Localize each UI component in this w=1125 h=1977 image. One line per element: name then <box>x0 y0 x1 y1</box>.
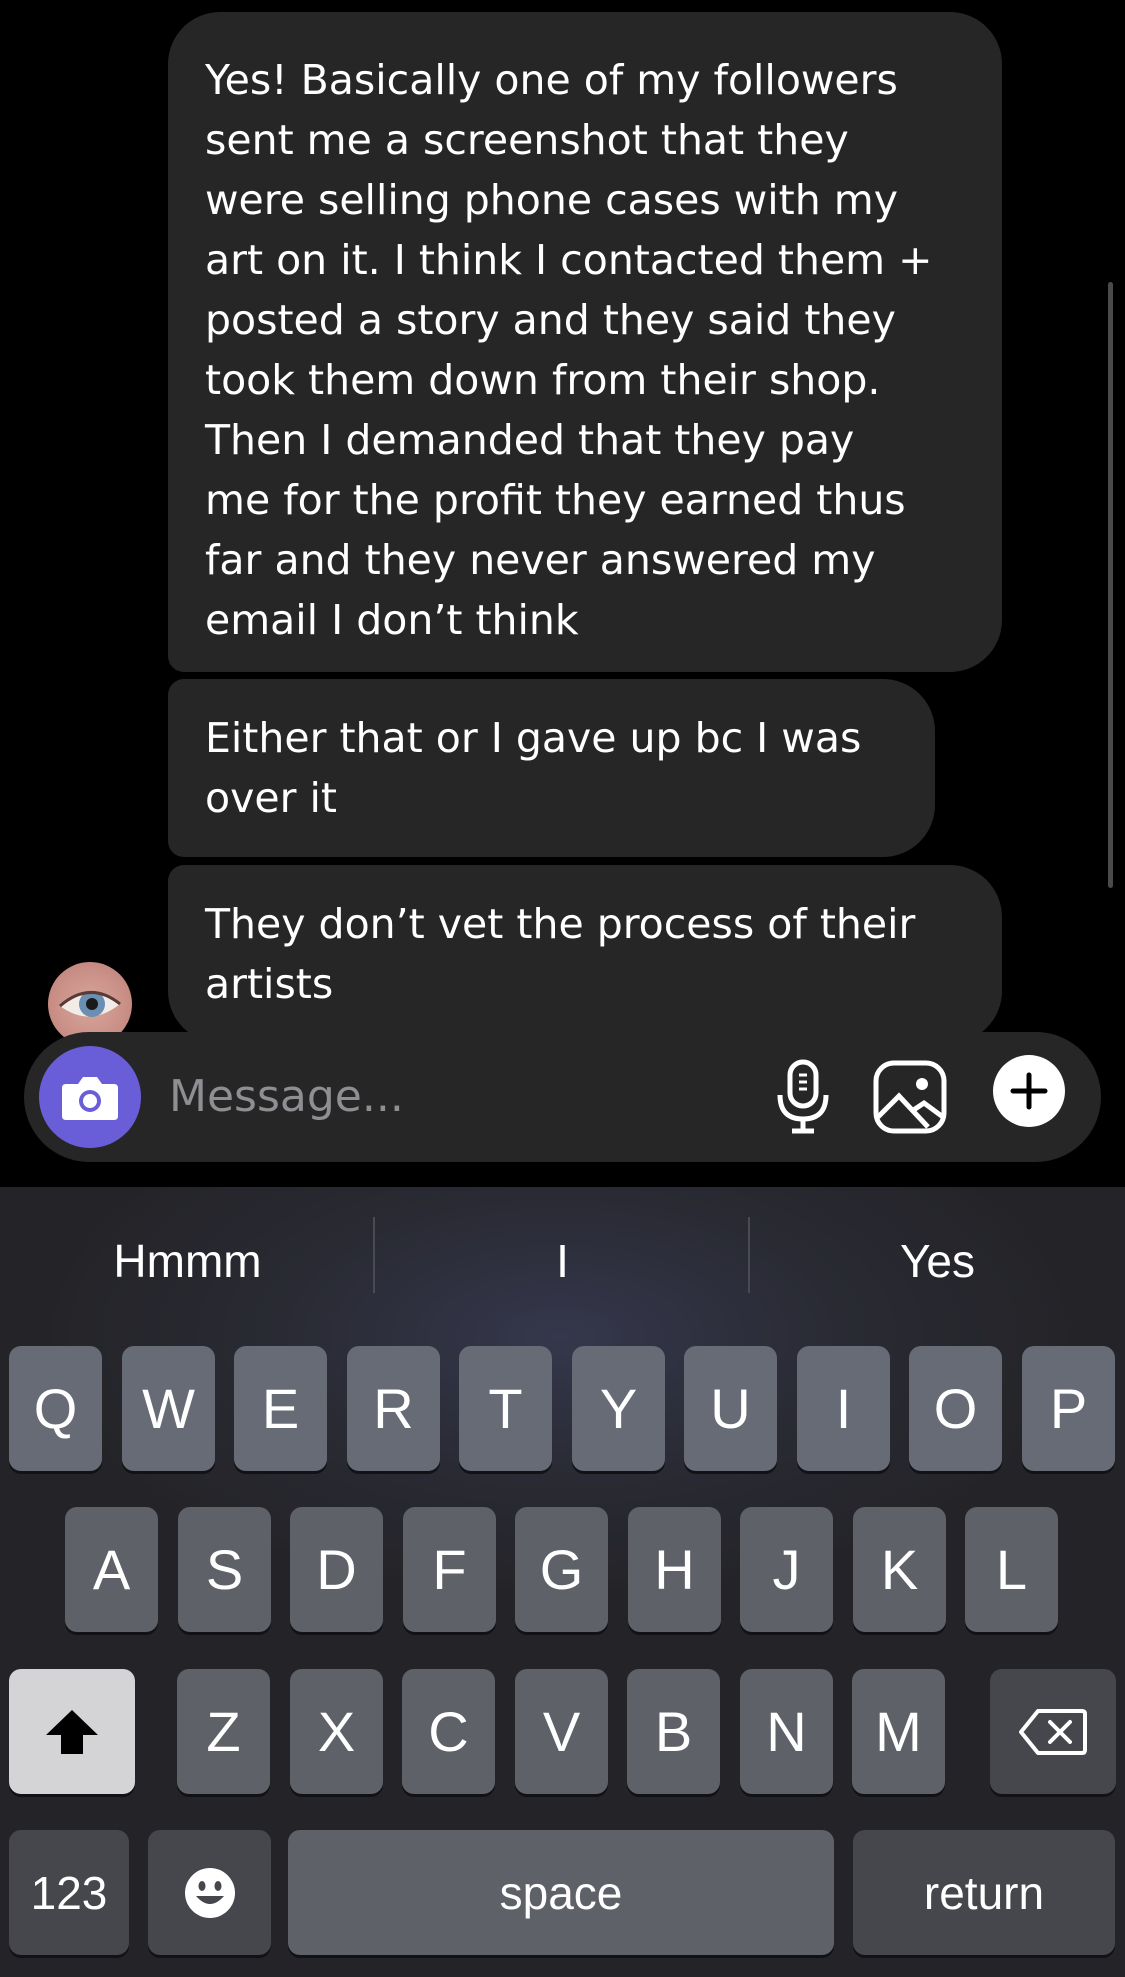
key[interactable]: M <box>852 1669 945 1794</box>
microphone-button[interactable] <box>761 1054 845 1140</box>
message-composer: Message... <box>24 1032 1101 1162</box>
message-bubble[interactable]: They don’t vet the process of their arti… <box>168 865 1002 1043</box>
camera-button[interactable] <box>39 1046 141 1148</box>
key[interactable]: X <box>290 1669 383 1794</box>
camera-icon <box>62 1077 118 1120</box>
key[interactable]: B <box>627 1669 720 1794</box>
plus-button[interactable] <box>993 1055 1065 1127</box>
key[interactable]: D <box>290 1507 383 1632</box>
key[interactable]: V <box>515 1669 608 1794</box>
scrollbar[interactable] <box>1108 282 1113 888</box>
key[interactable]: N <box>740 1669 833 1794</box>
message-bubble[interactable]: Yes! Basically one of my followers sent … <box>168 12 1002 672</box>
message-input[interactable]: Message... <box>169 1068 404 1126</box>
shift-arrow-icon <box>46 1709 98 1754</box>
suggestion[interactable]: Yes <box>750 1187 1125 1335</box>
key[interactable]: Y <box>572 1346 665 1471</box>
key[interactable]: U <box>684 1346 777 1471</box>
key[interactable]: K <box>853 1507 946 1632</box>
key[interactable]: J <box>740 1507 833 1632</box>
message-thread: Yes! Basically one of my followers sent … <box>0 0 1125 1187</box>
key[interactable]: L <box>965 1507 1058 1632</box>
key[interactable]: T <box>459 1346 552 1471</box>
key[interactable]: Z <box>177 1669 270 1794</box>
delete-icon <box>1019 1708 1087 1755</box>
key[interactable]: O <box>909 1346 1002 1471</box>
suggestion[interactable]: I <box>375 1187 750 1335</box>
emoji-key[interactable] <box>148 1830 271 1955</box>
suggestion[interactable]: Hmmm <box>0 1187 375 1335</box>
key[interactable]: H <box>628 1507 721 1632</box>
microphone-icon <box>777 1059 829 1134</box>
key[interactable]: P <box>1022 1346 1115 1471</box>
key[interactable]: A <box>65 1507 158 1632</box>
numbers-key[interactable]: 123 <box>9 1830 129 1955</box>
key[interactable]: E <box>234 1346 327 1471</box>
key[interactable]: G <box>515 1507 608 1632</box>
gallery-button[interactable] <box>867 1054 953 1140</box>
emoji-icon <box>184 1867 235 1918</box>
plus-icon <box>1010 1072 1048 1110</box>
space-key[interactable]: space <box>288 1830 834 1955</box>
image-icon <box>873 1060 947 1134</box>
key[interactable]: I <box>797 1346 890 1471</box>
key[interactable]: Q <box>9 1346 102 1471</box>
delete-key[interactable] <box>990 1669 1116 1794</box>
key[interactable]: F <box>403 1507 496 1632</box>
key[interactable]: R <box>347 1346 440 1471</box>
shift-key[interactable] <box>9 1669 135 1794</box>
key[interactable]: W <box>122 1346 215 1471</box>
keyboard: Hmmm I Yes Q W E R T Y U I O P A S D F G… <box>0 1187 1125 1977</box>
return-key[interactable]: return <box>853 1830 1115 1955</box>
key[interactable]: C <box>402 1669 495 1794</box>
message-bubble[interactable]: Either that or I gave up bc I was over i… <box>168 679 935 857</box>
key[interactable]: S <box>178 1507 271 1632</box>
